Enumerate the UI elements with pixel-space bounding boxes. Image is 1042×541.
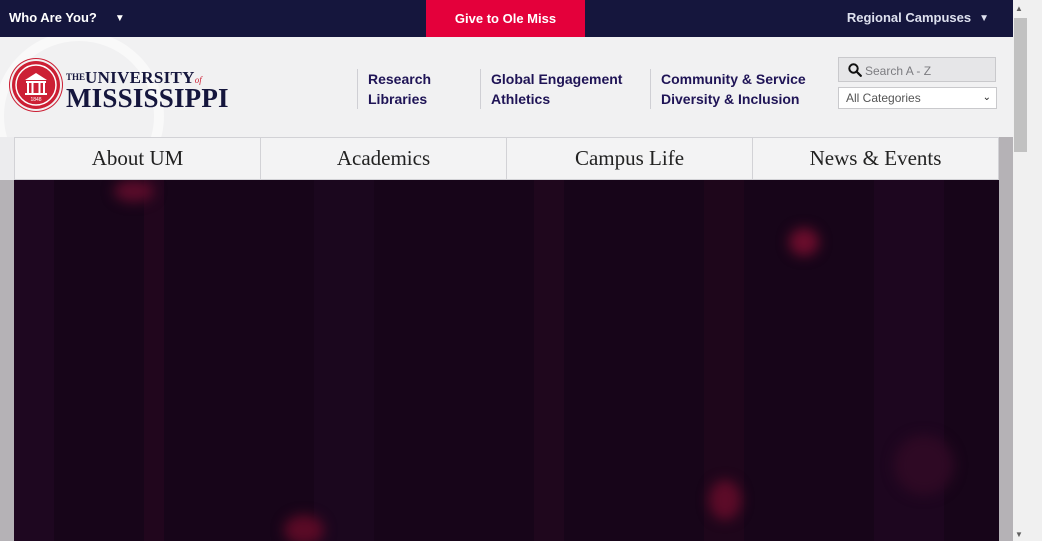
wordmark-the: THE [66,72,86,82]
quicklinks-group-2: Global Engagement Athletics [480,69,622,109]
page-scrollbar[interactable]: ▲ ▼ [1013,0,1042,541]
who-are-you-dropdown[interactable]: Who Are You? ▼ [9,0,125,37]
search-box [838,57,996,82]
wordmark-mississippi: MISSISSIPPI [66,83,229,113]
scrollbar-thumb[interactable] [1014,18,1027,152]
right-margin [999,137,1013,541]
link-diversity-inclusion[interactable]: Diversity & Inclusion [661,89,806,109]
hero-video-area[interactable] [14,180,999,541]
regional-campuses-label: Regional Campuses [846,10,972,25]
link-research[interactable]: Research [368,69,431,89]
nav-news-events[interactable]: News & Events [753,138,999,179]
university-wordmark[interactable]: THEUNIVERSITYof MISSISSIPPI [66,68,229,113]
chevron-down-icon: ⌄ [982,92,991,103]
left-margin [0,137,14,541]
category-select[interactable]: All Categories ⌄ [838,87,997,109]
university-seal-logo[interactable]: 1848 [12,61,60,109]
nav-campus-life[interactable]: Campus Life [507,138,753,179]
category-select-value: All Categories [846,91,921,105]
link-libraries[interactable]: Libraries [368,89,431,109]
scroll-down-icon[interactable]: ▼ [1015,530,1023,539]
search-input[interactable] [863,60,995,81]
link-community-service[interactable]: Community & Service [661,69,806,89]
regional-campuses-dropdown[interactable]: Regional Campuses ▼ [847,0,989,37]
seal-year: 1848 [30,97,41,103]
quicklinks-group-3: Community & Service Diversity & Inclusio… [650,69,806,109]
who-are-you-label: Who Are You? [9,10,97,25]
chevron-down-icon: ▼ [114,13,125,24]
quicklinks-group-1: Research Libraries [357,69,431,109]
search-icon[interactable] [848,63,862,77]
utility-bar: Who Are You? ▼ Give to Ole Miss Regional … [0,0,1013,37]
scroll-up-icon[interactable]: ▲ [1015,4,1023,13]
site-header: 1848 THEUNIVERSITYof MISSISSIPPI Researc… [0,37,1013,137]
chevron-down-icon: ▼ [979,13,989,24]
left-margin-top [0,137,14,180]
nav-about-um[interactable]: About UM [14,138,261,179]
nav-academics[interactable]: Academics [261,138,507,179]
link-athletics[interactable]: Athletics [491,89,622,109]
main-navigation: About UM Academics Campus Life News & Ev… [14,137,999,180]
give-button[interactable]: Give to Ole Miss [426,0,585,37]
link-global-engagement[interactable]: Global Engagement [491,69,622,89]
